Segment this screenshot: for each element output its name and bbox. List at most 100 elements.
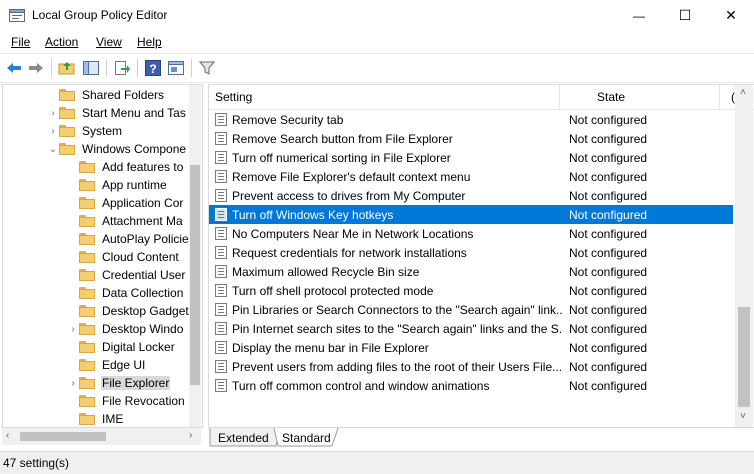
up-folder-icon[interactable] <box>58 59 76 77</box>
title-bar: Local Group Policy Editor — ☐ ✕ <box>0 0 754 31</box>
filter-icon[interactable] <box>198 59 216 77</box>
tree-item[interactable]: Edge UI <box>67 356 146 374</box>
tree-item-label: Windows Compone <box>82 142 187 156</box>
policy-row[interactable]: Pin Internet search sites to the "Search… <box>209 319 733 338</box>
policy-setting-icon <box>215 246 227 259</box>
tab-extended[interactable]: Extended <box>212 430 275 447</box>
toolbar-separator <box>106 59 107 77</box>
tree-item-label: Data Collection <box>102 286 184 300</box>
policy-row[interactable]: Prevent users from adding files to the r… <box>209 357 733 376</box>
export-list-icon[interactable] <box>113 59 131 77</box>
tree-item[interactable]: Digital Locker <box>67 338 176 356</box>
policy-row[interactable]: Prevent access to drives from My Compute… <box>209 186 733 205</box>
help-icon[interactable]: ? <box>144 59 162 77</box>
policy-row[interactable]: Turn off common control and window anima… <box>209 376 733 395</box>
settings-list-pane[interactable]: Setting State ( Remove Security tab Not c… <box>208 84 754 428</box>
properties-icon[interactable] <box>167 59 185 77</box>
toolbar-separator <box>191 59 192 77</box>
policy-state: Not configured <box>569 112 648 127</box>
tree-item[interactable]: ⌄ Windows Compone <box>47 140 187 158</box>
tree-item[interactable]: › System <box>47 122 123 140</box>
policy-setting-icon <box>215 151 227 164</box>
policy-setting-icon <box>215 341 227 354</box>
tree-item[interactable]: Shared Folders <box>47 86 165 104</box>
back-icon[interactable] <box>5 59 23 77</box>
scroll-up-icon[interactable]: ˄ <box>740 87 746 98</box>
menu-file[interactable]: File <box>11 35 30 49</box>
tree-vertical-scrollbar[interactable] <box>189 85 201 427</box>
policy-row[interactable]: Remove Search button from File Explorer N… <box>209 129 733 148</box>
close-button[interactable]: ✕ <box>708 0 754 31</box>
menu-help[interactable]: Help <box>137 35 162 49</box>
scroll-left-icon[interactable]: ‹ <box>6 430 9 441</box>
policy-row[interactable]: Display the menu bar in File Explorer Not… <box>209 338 733 357</box>
policy-state: Not configured <box>569 131 648 146</box>
policy-row[interactable]: No Computers Near Me in Network Location… <box>209 224 733 243</box>
expand-arrow-icon[interactable]: › <box>47 126 59 137</box>
menu-view[interactable]: View <box>96 35 122 49</box>
policy-row[interactable]: Turn off Windows Key hotkeys Not configur… <box>209 205 733 224</box>
policy-row[interactable]: Request credentials for network installa… <box>209 243 733 262</box>
menu-action[interactable]: Action <box>45 35 78 49</box>
tree-item-label: Start Menu and Tas <box>82 106 186 120</box>
column-header-state[interactable]: State <box>597 90 625 104</box>
folder-icon <box>79 161 95 173</box>
tree-item[interactable]: App runtime <box>67 176 168 194</box>
tree-item[interactable]: › File Explorer <box>67 374 171 392</box>
expand-arrow-icon[interactable]: › <box>67 378 79 389</box>
column-divider[interactable] <box>559 85 560 109</box>
minimize-button[interactable]: — <box>616 0 662 31</box>
show-hide-tree-icon[interactable] <box>82 59 100 77</box>
folder-icon <box>79 323 95 335</box>
tree-item[interactable]: Cloud Content <box>67 248 180 266</box>
expand-arrow-icon[interactable]: › <box>47 108 59 119</box>
policy-setting-icon <box>215 360 227 373</box>
column-divider[interactable] <box>719 85 720 109</box>
tree-item[interactable]: Add features to <box>67 158 184 176</box>
list-vertical-scrollbar[interactable]: ˄ ˅ <box>735 85 753 427</box>
policy-row[interactable]: Turn off shell protocol protected mode No… <box>209 281 733 300</box>
tree-vertical-scroll-thumb[interactable] <box>190 165 200 385</box>
tree-item[interactable]: › Start Menu and Tas <box>47 104 187 122</box>
tree-horizontal-scroll-thumb[interactable] <box>20 432 106 441</box>
policy-row[interactable]: Remove File Explorer's default context m… <box>209 167 733 186</box>
tree-item[interactable]: Attachment Ma <box>67 212 184 230</box>
tree-item[interactable]: › Desktop Windo <box>67 320 184 338</box>
maximize-button[interactable]: ☐ <box>662 0 708 31</box>
policy-state: Not configured <box>569 378 648 393</box>
tree-item[interactable]: Desktop Gadget <box>67 302 190 320</box>
folder-icon <box>59 107 75 119</box>
tree-item-label: Edge UI <box>102 358 146 372</box>
tree-item-label: File Revocation <box>102 394 185 408</box>
policy-row[interactable]: Remove Security tab Not configured <box>209 110 733 129</box>
scroll-down-icon[interactable]: ˅ <box>740 411 746 422</box>
folder-icon <box>79 251 95 263</box>
folder-icon <box>79 359 95 371</box>
policy-setting-name: Display the menu bar in File Explorer <box>232 340 429 355</box>
expand-arrow-icon[interactable]: › <box>67 324 79 335</box>
minimize-icon: — <box>633 8 645 23</box>
tree-item[interactable]: Application Cor <box>67 194 184 212</box>
policy-row[interactable]: Maximum allowed Recycle Bin size Not conf… <box>209 262 733 281</box>
policy-setting-name: Remove Search button from File Explorer <box>232 131 453 146</box>
policy-row[interactable]: Pin Libraries or Search Connectors to th… <box>209 300 733 319</box>
tree-pane[interactable]: Shared Folders › Start Menu and Tas › System… <box>2 84 203 428</box>
tree-item[interactable]: Data Collection <box>67 284 184 302</box>
menu-bar: File Action View Help <box>0 31 754 53</box>
column-header-setting[interactable]: Setting <box>215 90 252 104</box>
tree-item[interactable]: File Revocation <box>67 392 186 410</box>
collapse-arrow-icon[interactable]: ⌄ <box>47 144 59 155</box>
tree-item-label: Desktop Windo <box>102 322 184 336</box>
tab-standard[interactable]: Standard <box>276 430 337 447</box>
scroll-right-icon[interactable]: › <box>189 430 192 441</box>
policy-row[interactable]: Turn off numerical sorting in File Explo… <box>209 148 733 167</box>
tree-horizontal-scrollbar[interactable]: ‹ › <box>2 428 201 445</box>
policy-setting-name: Remove File Explorer's default context m… <box>232 169 471 184</box>
policy-state: Not configured <box>569 207 648 222</box>
tree-item[interactable]: AutoPlay Policie <box>67 230 190 248</box>
svg-text:?: ? <box>149 62 156 76</box>
list-vertical-scroll-thumb[interactable] <box>738 307 750 407</box>
forward-icon[interactable] <box>27 59 45 77</box>
tree-item[interactable]: IME <box>67 410 124 427</box>
tree-item[interactable]: Credential User <box>67 266 186 284</box>
